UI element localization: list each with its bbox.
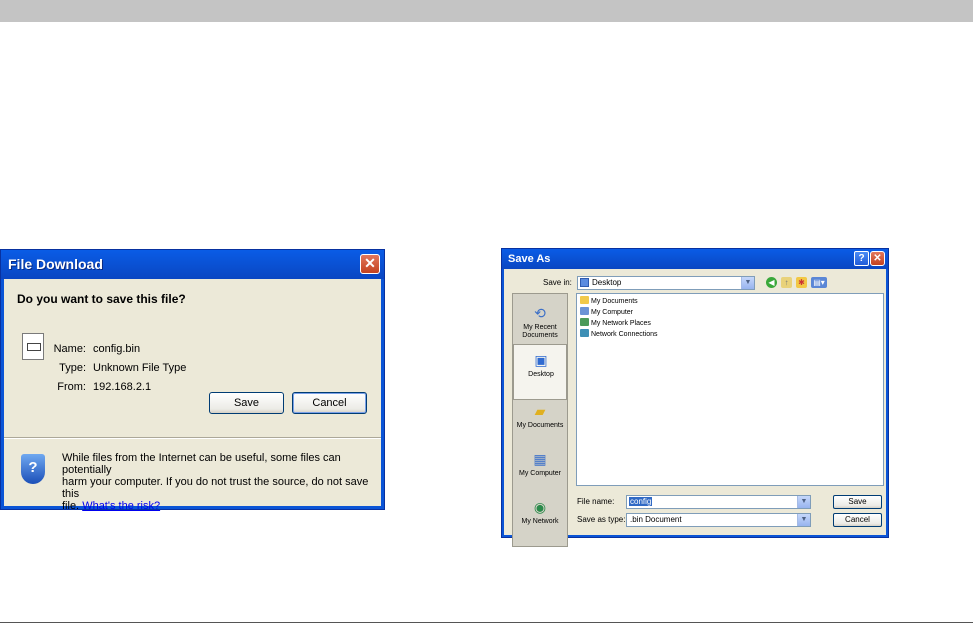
file-name-value: config (629, 497, 653, 506)
folder-icon (580, 296, 589, 304)
file-name: My Documents (591, 298, 638, 305)
cancel-button[interactable]: Cancel (833, 513, 882, 527)
separator (4, 437, 381, 439)
chevron-down-icon[interactable]: ▼ (741, 277, 754, 289)
recent-documents-icon: ⟲ (534, 305, 546, 321)
back-icon[interactable]: ◀ (766, 277, 777, 288)
desktop-icon (580, 278, 589, 287)
field-value: config.bin (93, 343, 141, 355)
field-value: Unknown File Type (93, 362, 187, 374)
place-desktop[interactable]: ▣ Desktop (513, 344, 567, 400)
places-bar: ⟲ My Recent Documents ▣ Desktop ▰ My Doc… (512, 293, 568, 547)
save-as-type-value: .bin Document (630, 515, 682, 524)
save-button[interactable]: Save (209, 392, 284, 414)
place-label: My Documents (516, 422, 564, 429)
save-as-type-dropdown[interactable]: .bin Document ▼ (626, 513, 811, 527)
my-documents-icon: ▰ (534, 403, 546, 419)
my-computer-icon: ▦ (533, 451, 547, 467)
save-as-body: Save in: Desktop ▼ ◀ ↑ ✱ ▤▾ ⟲ My Recent … (504, 269, 886, 547)
list-item[interactable]: Network Connections (580, 329, 658, 340)
bottom-rule (0, 622, 973, 623)
security-warning: While files from the Internet can be use… (62, 452, 372, 512)
place-label: My Computer (518, 470, 561, 477)
top-band (0, 0, 973, 22)
save-button[interactable]: Save (833, 495, 882, 509)
file-name-input[interactable]: config ▼ (626, 495, 811, 509)
up-folder-icon[interactable]: ↑ (781, 277, 792, 288)
place-my-network[interactable]: ◉ My Network (513, 492, 567, 546)
shield-help-icon: ? (21, 454, 45, 484)
list-item[interactable]: My Computer (580, 307, 633, 318)
save-question: Do you want to save this file? (17, 292, 186, 306)
field-label: From: (57, 381, 86, 393)
help-icon[interactable]: ? (854, 251, 869, 266)
save-as-dialog: Save As ? ✕ Save in: Desktop ▼ ◀ ↑ ✱ ▤▾ … (501, 248, 889, 547)
warning-line: harm your computer. If you do not trust … (62, 476, 369, 500)
list-item[interactable]: My Network Places (580, 318, 651, 329)
list-item[interactable]: My Documents (580, 296, 638, 307)
warning-line: file. (62, 500, 80, 512)
file-download-body: Do you want to save this file? Name: con… (4, 279, 381, 512)
desktop-icon: ▣ (534, 352, 548, 368)
place-label: My Recent Documents (522, 324, 558, 339)
computer-icon (580, 307, 589, 315)
save-as-title: Save As (508, 253, 551, 265)
place-label: Desktop (528, 371, 554, 378)
place-label: My Network (521, 518, 559, 525)
views-icon[interactable]: ▤▾ (811, 277, 827, 288)
file-download-dialog: File Download ✕ Do you want to save this… (0, 249, 385, 512)
file-download-title: File Download (8, 256, 103, 272)
save-in-dropdown[interactable]: Desktop ▼ (577, 276, 755, 290)
file-name: My Network Places (591, 320, 651, 327)
save-in-label: Save in: (543, 278, 572, 287)
chevron-down-icon[interactable]: ▼ (797, 496, 810, 508)
close-icon[interactable]: ✕ (870, 251, 885, 266)
save-as-titlebar[interactable]: Save As ? ✕ (502, 249, 888, 269)
network-places-icon (580, 318, 589, 326)
close-icon[interactable]: ✕ (360, 254, 380, 274)
warning-line: While files from the Internet can be use… (62, 452, 341, 476)
network-connections-icon (580, 329, 589, 337)
field-value: 192.168.2.1 (93, 381, 152, 393)
field-label: Type: (59, 362, 86, 374)
file-name: My Computer (591, 309, 634, 316)
file-download-titlebar[interactable]: File Download ✕ (1, 250, 384, 279)
file-list[interactable]: My Documents My Computer My Network Plac… (576, 293, 884, 486)
whats-the-risk-link[interactable]: What's the risk? (82, 500, 160, 512)
my-network-icon: ◉ (533, 499, 547, 515)
save-in-value: Desktop (592, 278, 622, 287)
field-label: Name: (53, 343, 86, 355)
file-name: Network Connections (591, 331, 658, 338)
chevron-down-icon[interactable]: ▼ (797, 514, 810, 526)
new-folder-icon[interactable]: ✱ (796, 277, 807, 288)
save-as-type-label: Save as type: (577, 515, 626, 524)
cancel-button[interactable]: Cancel (292, 392, 367, 414)
file-name-label: File name: (577, 497, 615, 506)
